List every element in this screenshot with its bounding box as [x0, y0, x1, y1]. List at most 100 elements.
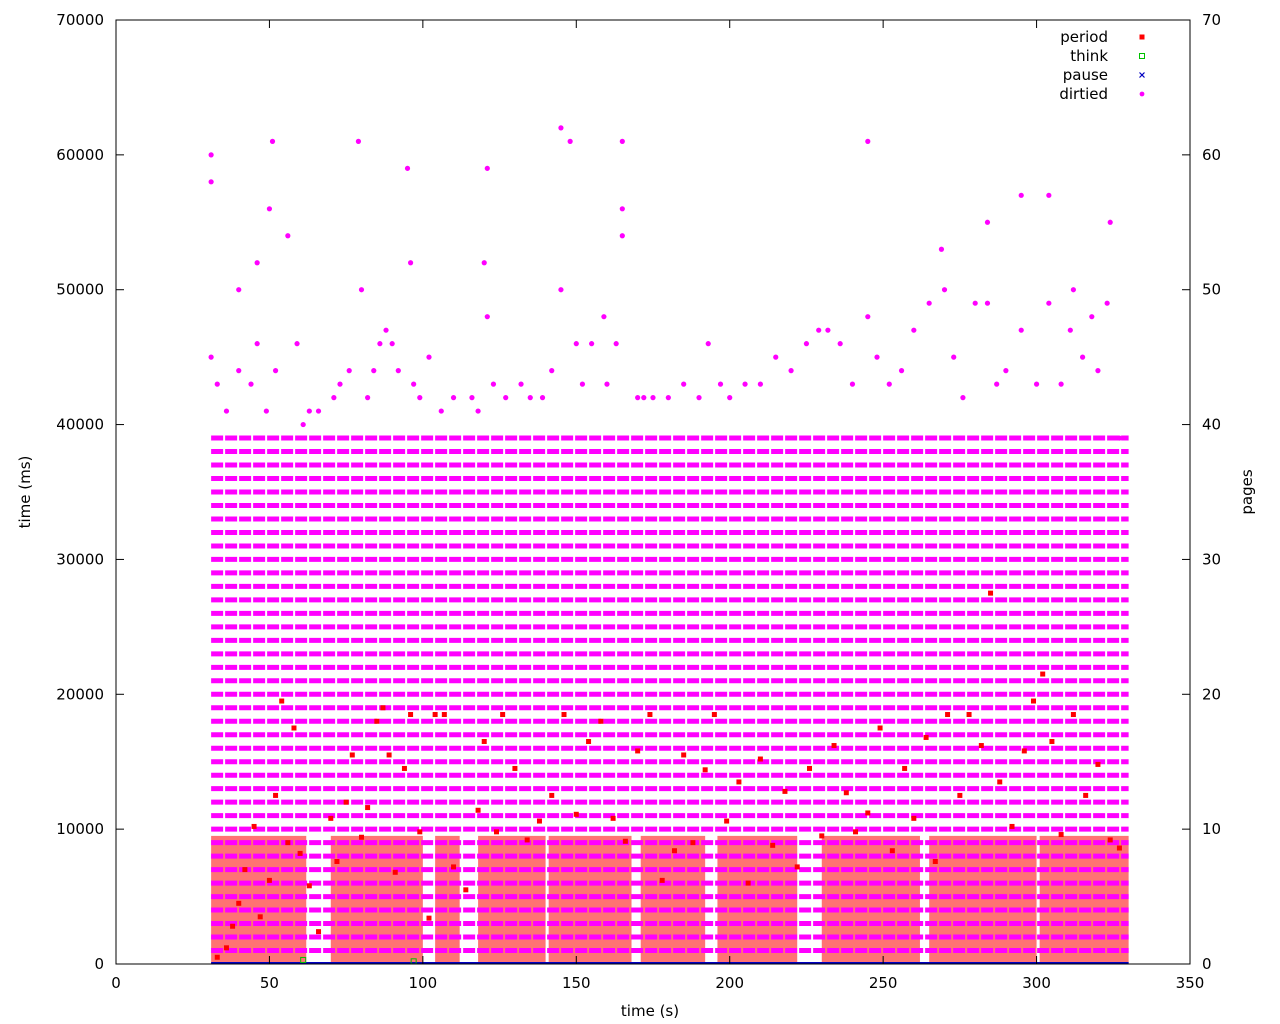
legend-marker-dirtied — [1139, 91, 1145, 97]
dirtied-point — [604, 381, 610, 387]
dirtied-point — [426, 354, 432, 360]
dirtied-point — [417, 395, 423, 401]
period-point — [417, 829, 423, 835]
dirtied-point — [1080, 354, 1086, 360]
dirtied-point — [650, 395, 656, 401]
period-point — [343, 799, 349, 805]
dirtied-point — [874, 354, 880, 360]
period-point — [819, 833, 825, 839]
dirtied-point — [365, 395, 371, 401]
period-point — [358, 834, 364, 840]
dirtied-point — [371, 368, 377, 374]
dirtied-point — [941, 287, 948, 293]
period-point — [251, 823, 257, 829]
dirtied-point — [742, 381, 748, 387]
dirtied-point — [773, 354, 779, 360]
period-point — [432, 712, 438, 718]
dirtied-point — [681, 381, 687, 387]
period-point — [622, 838, 628, 844]
period-point — [214, 954, 220, 960]
period-point — [328, 815, 334, 821]
period-point — [831, 743, 837, 749]
y-tick-label: 70000 — [56, 11, 104, 29]
dirtied-point — [938, 246, 945, 252]
x-tick-label: 100 — [409, 974, 438, 992]
dirtied-point — [619, 138, 625, 144]
dirtied-point — [208, 179, 214, 185]
period-point — [957, 792, 963, 798]
period-point — [635, 748, 641, 754]
dirtied-point — [484, 314, 490, 320]
period-point — [902, 765, 908, 771]
dirtied-point — [984, 300, 991, 306]
period-point — [1021, 748, 1027, 754]
x-tick-label: 250 — [869, 974, 898, 992]
dirtied-point — [1018, 327, 1024, 333]
y2-tick-label: 70 — [1202, 11, 1221, 29]
dirtied-point — [1033, 381, 1040, 387]
period-point — [681, 752, 687, 758]
dirtied-point — [1089, 314, 1095, 320]
dirtied-point — [911, 327, 917, 333]
legend-label-pause: pause — [1063, 66, 1108, 84]
dirtied-point — [263, 408, 269, 414]
dirtied-point — [849, 381, 856, 387]
dirtied-point — [1003, 368, 1009, 374]
dirtied-point — [972, 300, 978, 306]
dirtied-point — [549, 368, 555, 374]
y2-tick-label: 30 — [1202, 550, 1221, 568]
period-point — [1107, 837, 1113, 843]
period-point — [978, 743, 984, 749]
period-point — [1116, 845, 1122, 851]
period-point — [512, 765, 518, 771]
dirtied-point — [208, 152, 214, 158]
period-point — [724, 818, 730, 824]
dirtied-point — [214, 381, 220, 387]
period-point — [500, 712, 506, 718]
legend-marker-period — [1139, 34, 1145, 40]
dirtied-point — [717, 381, 724, 387]
dirtied-point — [407, 260, 414, 266]
period-point — [334, 859, 340, 865]
period-point — [702, 767, 708, 773]
period-point — [997, 779, 1003, 785]
legend-label-dirtied: dirtied — [1059, 85, 1108, 103]
period-point — [236, 900, 242, 906]
dirtied-point — [490, 381, 497, 387]
period-point — [853, 829, 859, 835]
dirtied-point — [1046, 300, 1052, 306]
dirtied-point — [994, 381, 1000, 387]
dirtied-point — [404, 165, 411, 171]
x-tick-label: 150 — [562, 974, 591, 992]
dirtied-point — [481, 260, 487, 266]
period-point — [598, 718, 604, 724]
dirtied-point — [266, 206, 273, 212]
period-point — [911, 815, 917, 821]
dirtied-point — [984, 219, 991, 225]
period-point — [266, 877, 272, 883]
period-point — [223, 945, 229, 951]
dirtied-point — [837, 341, 843, 347]
dirtied-point — [236, 368, 242, 374]
period-point — [770, 842, 776, 848]
period-point — [671, 848, 677, 854]
dirtied-point — [236, 287, 242, 293]
period-point — [573, 811, 579, 817]
period-point — [690, 840, 696, 846]
y-tick-label: 10000 — [56, 820, 104, 838]
dirtied-point — [389, 341, 395, 347]
dirtied-point — [315, 408, 322, 414]
period-point — [285, 840, 291, 846]
dirtied-point — [395, 368, 401, 374]
dirtied-point — [475, 408, 481, 414]
dirtied-point — [294, 341, 300, 347]
dirtied-point — [539, 395, 546, 401]
period-point — [745, 880, 751, 886]
dirtied-point — [1070, 287, 1076, 293]
period-point — [374, 718, 380, 724]
dirtied-point — [619, 233, 625, 239]
y-tick-label: 40000 — [56, 416, 104, 434]
dirtied-point — [573, 341, 579, 347]
x-tick-label: 50 — [260, 974, 279, 992]
x-axis-label: time (s) — [621, 1002, 679, 1020]
